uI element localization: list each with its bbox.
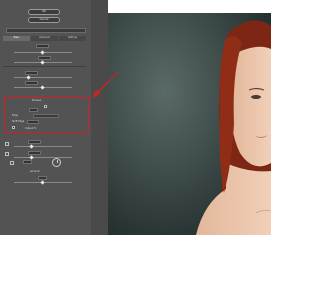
value-field-3[interactable] — [25, 71, 38, 75]
edge-label: Edge — [12, 114, 19, 117]
slider-track-3[interactable] — [14, 77, 72, 78]
value-field-4[interactable] — [25, 81, 38, 85]
output-label: Output To — [25, 127, 37, 130]
value-field-6[interactable] — [28, 151, 41, 155]
cancel-button-label: Cancel — [39, 17, 49, 21]
slider-track-5[interactable] — [14, 146, 72, 147]
slider-knob-4[interactable] — [40, 85, 45, 90]
ok-button-label: OK — [42, 9, 46, 13]
edge-field[interactable] — [29, 108, 38, 112]
divider — [3, 66, 86, 67]
shift-field[interactable] — [27, 120, 39, 124]
cancel-button[interactable]: Cancel — [28, 17, 60, 23]
preset-dropdown[interactable] — [6, 28, 86, 33]
edge-dropdown[interactable] — [33, 114, 59, 118]
rotate-icon[interactable] — [10, 161, 14, 165]
tab-basic[interactable]: Basic — [3, 36, 30, 41]
angle-field[interactable] — [23, 160, 32, 164]
slider-knob-5[interactable] — [29, 144, 34, 149]
shift-label: Shift Edge — [12, 120, 25, 123]
amount-label: Amount — [30, 170, 40, 173]
tab-strip: Basic Advanced Settings — [3, 36, 86, 41]
output-checkbox[interactable] — [12, 126, 15, 129]
value-field-5[interactable] — [28, 140, 41, 144]
angle-dial[interactable] — [52, 158, 61, 167]
brush-icon[interactable] — [5, 142, 9, 146]
properties-panel: OK Cancel Basic Advanced Settings Previe… — [0, 0, 91, 235]
preview-label: Preview — [32, 99, 42, 102]
tab-settings-label: Settings — [68, 36, 77, 40]
tab-settings[interactable]: Settings — [59, 36, 86, 41]
slider-knob-3[interactable] — [26, 75, 31, 80]
photo-preview — [108, 13, 271, 235]
portrait-image — [108, 13, 271, 235]
ok-button[interactable]: OK — [28, 9, 60, 15]
preview-checkbox[interactable] — [44, 105, 47, 108]
slider-knob-2[interactable] — [40, 60, 45, 65]
value-field-2[interactable] — [38, 56, 51, 60]
canvas-gutter — [91, 0, 108, 235]
tab-advanced[interactable]: Advanced — [31, 36, 58, 41]
slider-knob-1[interactable] — [40, 50, 45, 55]
eraser-icon[interactable] — [5, 152, 9, 156]
slider-knob-6[interactable] — [29, 155, 34, 160]
tab-basic-label: Basic — [13, 36, 20, 40]
value-field-1[interactable] — [36, 44, 49, 48]
slider-track-6[interactable] — [14, 157, 72, 158]
tab-advanced-label: Advanced — [39, 36, 50, 40]
screenshot: OK Cancel Basic Advanced Settings Previe… — [0, 0, 271, 284]
slider-knob-7[interactable] — [40, 180, 45, 185]
